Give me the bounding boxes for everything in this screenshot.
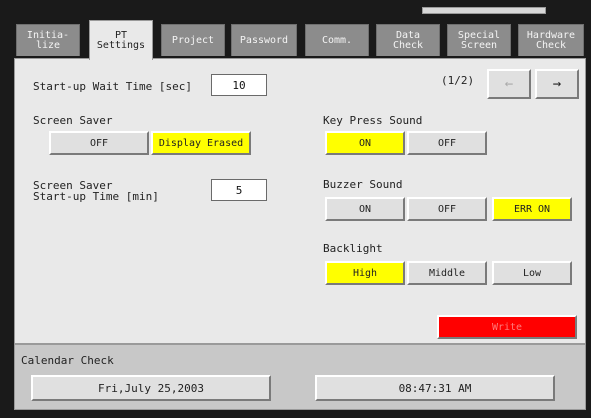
next-page-button[interactable]: → — [535, 69, 579, 99]
prev-page-button[interactable]: ← — [487, 69, 531, 99]
buzzer-err-on-button[interactable]: ERR ON — [492, 197, 572, 221]
tab-comm[interactable]: Comm. — [305, 24, 369, 56]
ss-startup-label: Screen Saver Start-up Time [min] — [33, 179, 159, 203]
backlight-low-button[interactable]: Low — [492, 261, 572, 285]
tab-pt-settings[interactable]: PT Settings — [89, 20, 153, 60]
buzzer-off-button[interactable]: OFF — [407, 197, 487, 221]
tab-data-check[interactable]: Data Check — [376, 24, 440, 56]
key-press-on-button[interactable]: ON — [325, 131, 405, 155]
key-press-off-button[interactable]: OFF — [407, 131, 487, 155]
screen-saver-label: Screen Saver — [33, 114, 113, 127]
buzzer-on-button[interactable]: ON — [325, 197, 405, 221]
backlight-label: Backlight — [323, 242, 383, 255]
backlight-high-button[interactable]: High — [325, 261, 405, 285]
top-bar — [0, 0, 591, 20]
tab-special-screen[interactable]: Special Screen — [447, 24, 511, 56]
tab-hardware-check[interactable]: Hardware Check — [518, 24, 584, 56]
buzzer-label: Buzzer Sound — [323, 178, 403, 191]
screen-saver-off-button[interactable]: OFF — [49, 131, 149, 155]
calendar-date-button[interactable]: Fri,July 25,2003 — [31, 375, 271, 401]
arrow-left-icon: ← — [504, 76, 514, 92]
screen-saver-display-erased-button[interactable]: Display Erased — [151, 131, 251, 155]
startup-wait-field[interactable]: 10 — [211, 74, 267, 96]
arrow-right-icon: → — [552, 76, 562, 92]
tab-project[interactable]: Project — [161, 24, 225, 56]
tab-initialize[interactable]: Initia- lize — [16, 24, 80, 56]
page-indicator: (1/2) — [441, 74, 475, 87]
key-press-label: Key Press Sound — [323, 114, 423, 127]
top-strip — [422, 7, 546, 14]
tab-bar: Initia- lize PT Settings Project Passwor… — [14, 18, 586, 62]
calendar-time-button[interactable]: 08:47:31 AM — [315, 375, 555, 401]
ss-startup-field[interactable]: 5 — [211, 179, 267, 201]
settings-panel: Start-up Wait Time [sec] 10 (1/2) ← → Sc… — [14, 58, 586, 344]
calendar-label: Calendar Check — [21, 354, 114, 367]
tab-password[interactable]: Password — [231, 24, 297, 56]
calendar-section: Calendar Check Fri,July 25,2003 08:47:31… — [14, 344, 586, 410]
startup-wait-label: Start-up Wait Time [sec] — [33, 80, 192, 93]
write-button[interactable]: Write — [437, 315, 577, 339]
backlight-middle-button[interactable]: Middle — [407, 261, 487, 285]
